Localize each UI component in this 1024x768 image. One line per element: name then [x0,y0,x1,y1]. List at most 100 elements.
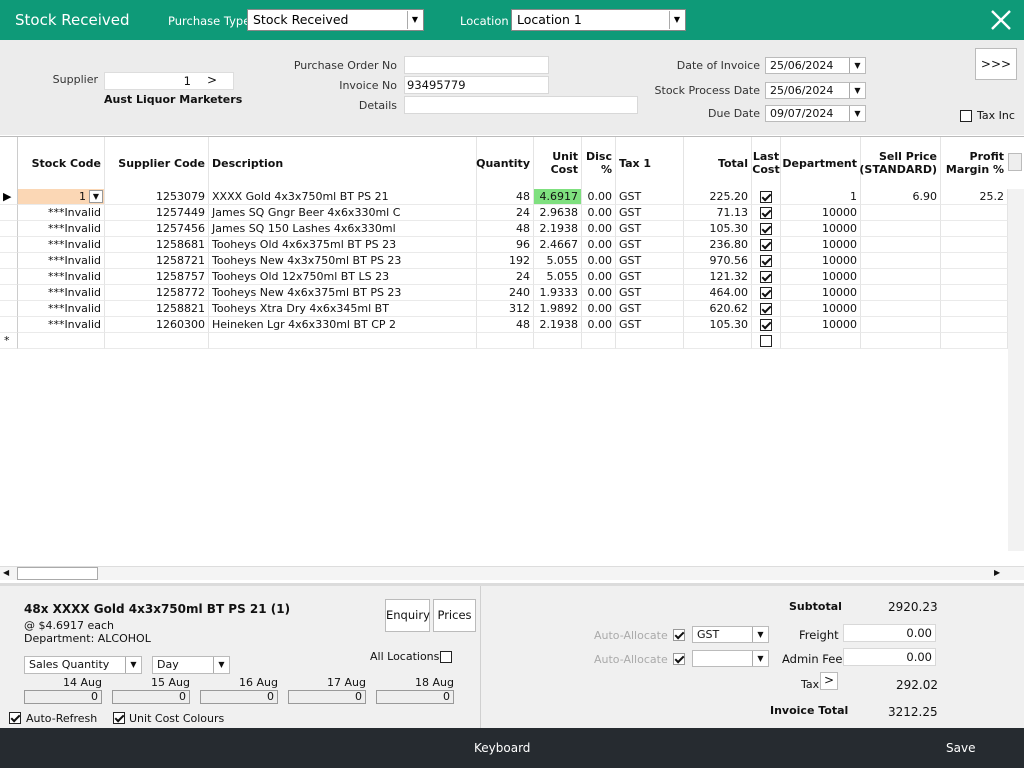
cell-stock-code[interactable]: ***Invalid [18,205,105,221]
new-cell-unit-cost[interactable] [534,333,582,349]
supplier-field[interactable]: 1 > [104,72,234,90]
table-row[interactable]: ***Invalid 1258681 Tooheys Old 4x6x375ml B… [0,237,1024,253]
last-cost-checkbox[interactable] [760,335,772,347]
stock-process-picker[interactable]: 25/06/2024 ▼ [765,82,866,99]
cell-stock-code[interactable]: ***Invalid [18,237,105,253]
cell-profit-margin[interactable] [941,221,1008,237]
cell-unit-cost[interactable]: 1.9892 [534,301,582,317]
cell-tax[interactable]: GST [616,189,684,205]
row-header[interactable] [0,269,18,285]
last-cost-checkbox[interactable] [760,303,772,315]
table-row[interactable]: ▶ 1 ▼ 1253079 XXXX Gold 4x3x750ml BT PS 21 48… [0,189,1024,205]
cell-total[interactable]: 620.62 [684,301,752,317]
col-stock-code[interactable]: Stock Code [18,137,105,189]
cell-quantity[interactable]: 48 [477,189,534,205]
col-department[interactable]: Department [781,137,861,189]
po-input[interactable] [404,56,549,74]
quantity-type-select[interactable]: Sales Quantity ▼ [24,656,142,674]
last-cost-checkbox[interactable] [760,207,772,219]
cell-quantity[interactable]: 312 [477,301,534,317]
cell-supplier-code[interactable]: 1258757 [105,269,209,285]
new-row[interactable]: * [0,333,1024,349]
col-description[interactable]: Description [209,137,477,189]
scroll-right-icon[interactable]: ▶ [994,568,1000,577]
row-header[interactable] [0,285,18,301]
close-icon[interactable] [988,7,1014,33]
cell-unit-cost[interactable]: 5.055 [534,253,582,269]
row-header[interactable] [0,205,18,221]
row-header[interactable] [0,237,18,253]
column-chooser-button[interactable] [1008,153,1022,171]
cell-tax[interactable]: GST [616,317,684,333]
new-cell-stock-code[interactable] [18,333,105,349]
cell-description[interactable]: Heineken Lgr 4x6x330ml BT CP 2 [209,317,477,333]
cell-tax[interactable]: GST [616,285,684,301]
admin-fee-input[interactable]: 0.00 [843,648,936,666]
purchase-type-select[interactable]: Stock Received ▼ [247,9,424,31]
cell-disc[interactable]: 0.00 [582,253,616,269]
cell-department[interactable]: 10000 [781,317,861,333]
freight-input[interactable]: 0.00 [843,624,936,642]
cell-department[interactable]: 10000 [781,221,861,237]
cell-sell-price[interactable] [861,301,941,317]
cell-stock-code[interactable]: ***Invalid [18,221,105,237]
cell-supplier-code[interactable]: 1258772 [105,285,209,301]
enquiry-button[interactable]: Enquiry [385,599,430,632]
period-select[interactable]: Day ▼ [152,656,230,674]
cell-total[interactable]: 105.30 [684,317,752,333]
col-profit-margin[interactable]: Profit Margin % [941,137,1007,189]
table-row[interactable]: ***Invalid 1258757 Tooheys Old 12x750ml BT… [0,269,1024,285]
cell-stock-code[interactable]: ***Invalid [18,317,105,333]
chevron-down-icon[interactable]: ▼ [89,190,103,203]
col-total[interactable]: Total [684,137,752,189]
new-cell-description[interactable] [209,333,477,349]
cell-stock-code[interactable]: ***Invalid [18,285,105,301]
cell-total[interactable]: 970.56 [684,253,752,269]
new-cell-supplier-code[interactable] [105,333,209,349]
cell-department[interactable]: 10000 [781,269,861,285]
date-invoice-picker[interactable]: 25/06/2024 ▼ [765,57,866,74]
cell-disc[interactable]: 0.00 [582,317,616,333]
table-row[interactable]: ***Invalid 1260300 Heineken Lgr 4x6x330ml … [0,317,1024,333]
cell-supplier-code[interactable]: 1260300 [105,317,209,333]
cell-quantity[interactable]: 48 [477,317,534,333]
auto-refresh-checkbox[interactable] [9,712,21,724]
new-cell-disc[interactable] [582,333,616,349]
cell-department[interactable]: 10000 [781,253,861,269]
col-unit-cost[interactable]: Unit Cost [534,137,582,189]
cell-total[interactable]: 121.32 [684,269,752,285]
new-cell-quantity[interactable] [477,333,534,349]
cell-sell-price[interactable] [861,269,941,285]
col-quantity[interactable]: Quantity [476,137,534,189]
cell-description[interactable]: James SQ Gngr Beer 4x6x330ml C [209,205,477,221]
cell-supplier-code[interactable]: 1257449 [105,205,209,221]
cell-sell-price[interactable]: 6.90 [861,189,941,205]
new-cell-last-cost[interactable] [752,333,781,349]
cell-sell-price[interactable] [861,205,941,221]
cell-supplier-code[interactable]: 1258721 [105,253,209,269]
cell-supplier-code[interactable]: 1258821 [105,301,209,317]
cell-profit-margin[interactable] [941,205,1008,221]
cell-quantity[interactable]: 192 [477,253,534,269]
cell-quantity[interactable]: 48 [477,221,534,237]
new-cell-profit-margin[interactable] [941,333,1008,349]
cell-unit-cost[interactable]: 2.4667 [534,237,582,253]
row-header[interactable] [0,317,18,333]
cell-quantity[interactable]: 24 [477,205,534,221]
cell-tax[interactable]: GST [616,269,684,285]
col-last-cost[interactable]: Last Cost [752,137,781,189]
cell-total[interactable]: 71.13 [684,205,752,221]
unit-cost-colours-checkbox[interactable] [113,712,125,724]
cell-disc[interactable]: 0.00 [582,301,616,317]
cell-supplier-code[interactable]: 1253079 [105,189,209,205]
last-cost-checkbox[interactable] [760,255,772,267]
row-header[interactable]: ▶ [0,189,18,205]
last-cost-checkbox[interactable] [760,319,772,331]
cell-sell-price[interactable] [861,253,941,269]
cell-department[interactable]: 10000 [781,285,861,301]
cell-profit-margin[interactable] [941,253,1008,269]
cell-disc[interactable]: 0.00 [582,189,616,205]
tax-detail-button[interactable]: > [820,672,838,690]
last-cost-checkbox[interactable] [760,223,772,235]
table-row[interactable]: ***Invalid 1258821 Tooheys Xtra Dry 4x6x34… [0,301,1024,317]
